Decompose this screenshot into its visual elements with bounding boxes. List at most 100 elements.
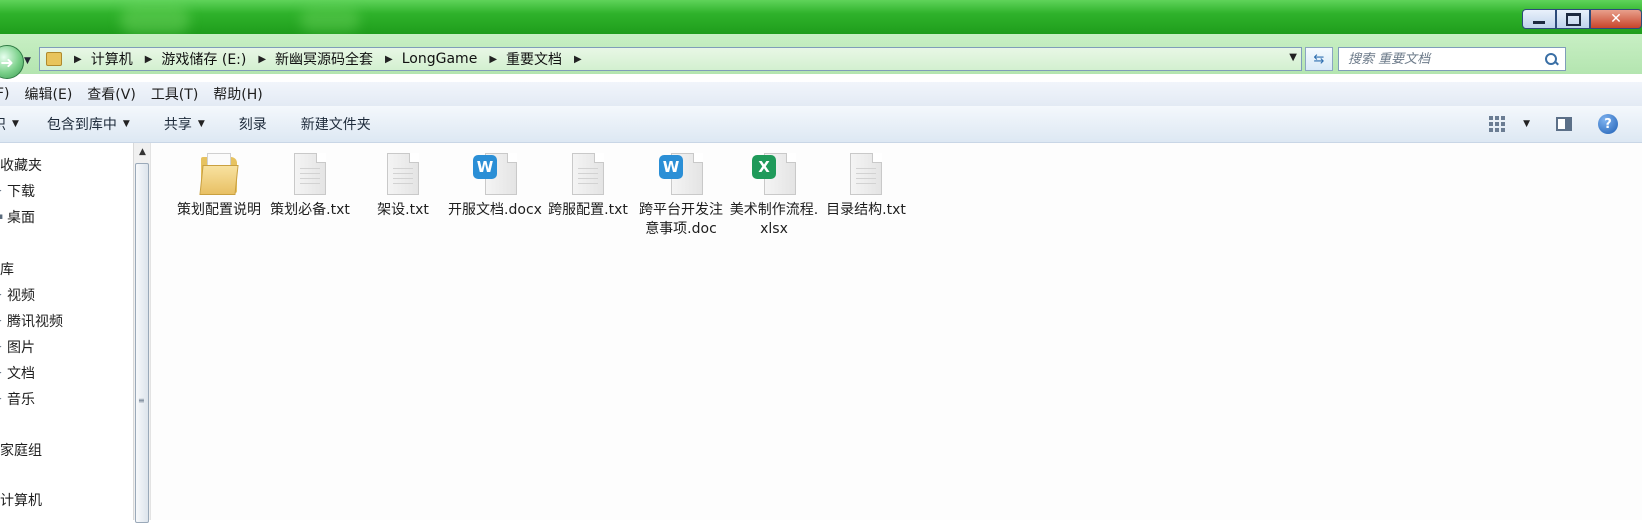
breadcrumb-computer[interactable]: 计算机 xyxy=(91,49,133,69)
arrow-left-icon: ➜ xyxy=(0,52,14,72)
organize-label: 织 xyxy=(0,114,6,134)
include-in-library-button[interactable]: 包含到库中 ▼ xyxy=(47,114,130,134)
wps-writer-icon: W xyxy=(471,151,519,199)
nav-desktop[interactable]: ▪ 桌面 xyxy=(0,207,35,227)
file-name: 美术制作流程.xlsx xyxy=(729,202,819,237)
nav-favorites[interactable]: 收藏夹 xyxy=(0,155,42,175)
search-handle xyxy=(1554,60,1559,66)
text-file-icon xyxy=(564,151,612,199)
nav-pictures[interactable]: ▸图片 xyxy=(0,337,35,357)
document-library-icon: ▸ xyxy=(0,368,7,378)
address-bar[interactable]: ▶ 计算机 ▶ 游戏储存 (E:) ▶ 新幽冥源码全套 ▶ LongGame ▶… xyxy=(39,47,1302,71)
preview-pane-icon[interactable] xyxy=(1556,117,1572,131)
wps-spreadsheet-icon: X xyxy=(750,151,798,199)
breadcrumb-folder[interactable]: LongGame xyxy=(402,51,478,67)
folder-icon xyxy=(195,151,243,199)
music-library-icon: ▸ xyxy=(0,394,7,404)
minimize-button[interactable] xyxy=(1522,9,1556,29)
menu-edit[interactable]: 编辑(E) xyxy=(25,84,73,104)
desktop-icon: ▪ xyxy=(0,212,4,222)
toolbar-right: ▼ ? xyxy=(1489,106,1642,142)
nav-downloads[interactable]: ▸下载 xyxy=(0,181,35,201)
nav-computer[interactable]: 计算机 xyxy=(0,490,42,510)
address-history-dropdown[interactable]: ▼ xyxy=(1289,52,1297,63)
title-bar: ✕ xyxy=(0,0,1642,34)
nav-libraries[interactable]: 库 xyxy=(0,259,14,279)
file-name: 开服文档.docx xyxy=(448,202,542,218)
close-button[interactable]: ✕ xyxy=(1590,9,1642,29)
wps-writer-icon: W xyxy=(657,151,705,199)
file-item[interactable]: X 美术制作流程.xlsx xyxy=(726,151,822,239)
maximize-icon xyxy=(1565,12,1581,26)
menu-file[interactable]: F) xyxy=(0,86,10,102)
help-icon[interactable]: ? xyxy=(1598,114,1618,134)
chevron-right-icon[interactable]: ▶ xyxy=(74,54,82,65)
file-item[interactable]: 策划配置说明 xyxy=(171,151,267,220)
file-list: 策划配置说明 策划必备.txt 架设.txt W 开服文档.docx 跨服配置.… xyxy=(151,143,1642,520)
minimize-icon xyxy=(1533,20,1545,24)
text-file-icon xyxy=(286,151,334,199)
search-input[interactable] xyxy=(1339,50,1545,68)
nav-homegroup[interactable]: 家庭组 xyxy=(0,440,42,460)
nav-label: 音乐 xyxy=(7,392,35,408)
file-item[interactable]: 策划必备.txt xyxy=(262,151,358,220)
titlebar-glow xyxy=(300,8,360,32)
nav-label: 视频 xyxy=(7,288,35,304)
view-options-icon[interactable] xyxy=(1489,116,1506,132)
refresh-icon: ⇆ xyxy=(1313,51,1325,67)
scrollbar-grip-icon: ≡ xyxy=(138,396,145,405)
chevron-right-icon[interactable]: ▶ xyxy=(574,54,582,65)
file-name: 目录结构.txt xyxy=(826,202,906,218)
chevron-right-icon[interactable]: ▶ xyxy=(145,54,153,65)
breadcrumb-folder[interactable]: 新幽冥源码全套 xyxy=(275,49,373,69)
file-item[interactable]: W 开服文档.docx xyxy=(447,151,543,220)
chevron-right-icon[interactable]: ▶ xyxy=(258,54,266,65)
scroll-up-icon[interactable]: ▲ xyxy=(134,143,151,160)
download-icon: ▸ xyxy=(0,186,7,196)
maximize-button[interactable] xyxy=(1556,9,1590,29)
file-name: 策划必备.txt xyxy=(270,202,350,218)
recent-pages-dropdown[interactable]: ▼ xyxy=(24,56,31,66)
file-item[interactable]: 目录结构.txt xyxy=(818,151,914,220)
new-folder-label: 新建文件夹 xyxy=(300,117,371,133)
burn-label: 刻录 xyxy=(238,117,267,133)
nav-label: 库 xyxy=(0,262,14,278)
share-label: 共享 xyxy=(163,117,192,133)
nav-documents[interactable]: ▸文档 xyxy=(0,363,35,383)
chevron-right-icon[interactable]: ▶ xyxy=(385,54,393,65)
menu-tools[interactable]: 工具(T) xyxy=(151,84,198,104)
nav-tencent-video[interactable]: ▸腾讯视频 xyxy=(0,311,63,331)
window-controls: ✕ xyxy=(1522,9,1642,29)
nav-label: 收藏夹 xyxy=(0,158,42,174)
burn-button[interactable]: 刻录 xyxy=(239,114,267,134)
search-icon[interactable] xyxy=(1545,53,1559,66)
share-button[interactable]: 共享 ▼ xyxy=(164,114,205,134)
nav-label: 腾讯视频 xyxy=(7,314,63,330)
breadcrumb-current[interactable]: 重要文档 xyxy=(506,49,562,69)
new-folder-button[interactable]: 新建文件夹 xyxy=(301,114,371,134)
scrollbar-thumb[interactable] xyxy=(135,163,149,523)
menu-help[interactable]: 帮助(H) xyxy=(213,84,262,104)
view-options-dropdown[interactable]: ▼ xyxy=(1523,119,1530,129)
nav-label: 家庭组 xyxy=(0,443,42,459)
navigation-scrollbar[interactable]: ▲ ≡ xyxy=(133,143,151,523)
library-icon: ▸ xyxy=(0,316,7,326)
include-in-library-label: 包含到库中 xyxy=(46,117,117,133)
nav-videos[interactable]: ▸视频 xyxy=(0,285,35,305)
search-box xyxy=(1338,47,1566,71)
file-item[interactable]: 架设.txt xyxy=(355,151,451,220)
text-file-icon xyxy=(379,151,427,199)
organize-button[interactable]: 织▼ xyxy=(0,114,19,134)
file-item[interactable]: 跨服配置.txt xyxy=(540,151,636,220)
breadcrumb-drive[interactable]: 游戏储存 (E:) xyxy=(161,49,246,69)
chevron-right-icon[interactable]: ▶ xyxy=(489,54,497,65)
nav-music[interactable]: ▸音乐 xyxy=(0,389,35,409)
file-item[interactable]: W 跨平台开发注意事项.doc xyxy=(633,151,729,239)
command-bar: 织▼ 包含到库中▼ 共享▼ 刻录 新建文件夹 ▼ ? xyxy=(0,106,1642,143)
text-file-icon xyxy=(842,151,890,199)
menu-bar: F) 编辑(E) 查看(V) 工具(T) 帮助(H) xyxy=(0,82,1642,107)
nav-label: 图片 xyxy=(7,340,35,356)
menu-view[interactable]: 查看(V) xyxy=(87,84,136,104)
caret-down-icon: ▼ xyxy=(12,119,19,129)
refresh-button[interactable]: ⇆ xyxy=(1305,47,1333,71)
